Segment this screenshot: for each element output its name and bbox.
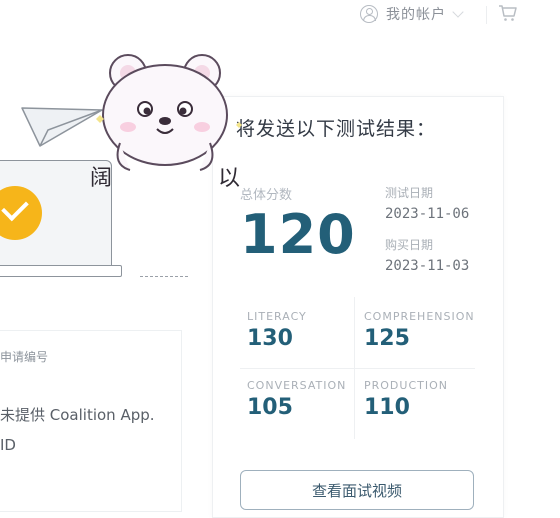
sticker-text-left: 阔 <box>90 166 113 191</box>
test-date-label: 测试日期 <box>385 186 434 200</box>
application-label: 申请编号 <box>0 350 49 364</box>
purchase-date-label: 购买日期 <box>385 238 434 252</box>
production-score: 110 <box>364 395 410 420</box>
literacy-score: 130 <box>247 326 293 351</box>
account-label: 我的帐户 <box>386 7 446 23</box>
conversation-score: 105 <box>247 395 293 420</box>
overall-score: 120 <box>240 203 356 266</box>
production-label: PRODUCTION <box>364 379 448 392</box>
results-card <box>212 96 504 518</box>
comprehension-label: COMPREHENSION <box>364 310 475 323</box>
application-value-line2: ID <box>0 436 16 454</box>
literacy-label: LITERACY <box>247 310 307 323</box>
top-bar <box>0 0 560 32</box>
laptop-base <box>0 265 122 277</box>
account-menu[interactable]: 我的帐户 <box>360 4 464 24</box>
application-value: 未提供 Coalition App. ID <box>0 400 155 460</box>
chevron-down-icon <box>452 6 464 18</box>
purchase-date-value: 2023-11-03 <box>385 258 470 274</box>
dashed-line <box>140 276 188 277</box>
user-icon <box>360 5 378 23</box>
application-value-line1: 未提供 Coalition App. <box>0 406 155 424</box>
sticker-text-right: 以 <box>218 166 241 191</box>
cart-icon[interactable] <box>498 3 518 23</box>
view-interview-video-button[interactable]: 查看面试视频 <box>240 470 474 510</box>
results-heading: 将发送以下测试结果： <box>236 118 437 140</box>
test-date-value: 2023-11-06 <box>385 206 470 222</box>
comprehension-score: 125 <box>364 326 410 351</box>
subscore-divider-horizontal <box>240 368 475 369</box>
conversation-label: CONVERSATION <box>247 379 347 392</box>
header-divider <box>486 6 487 24</box>
